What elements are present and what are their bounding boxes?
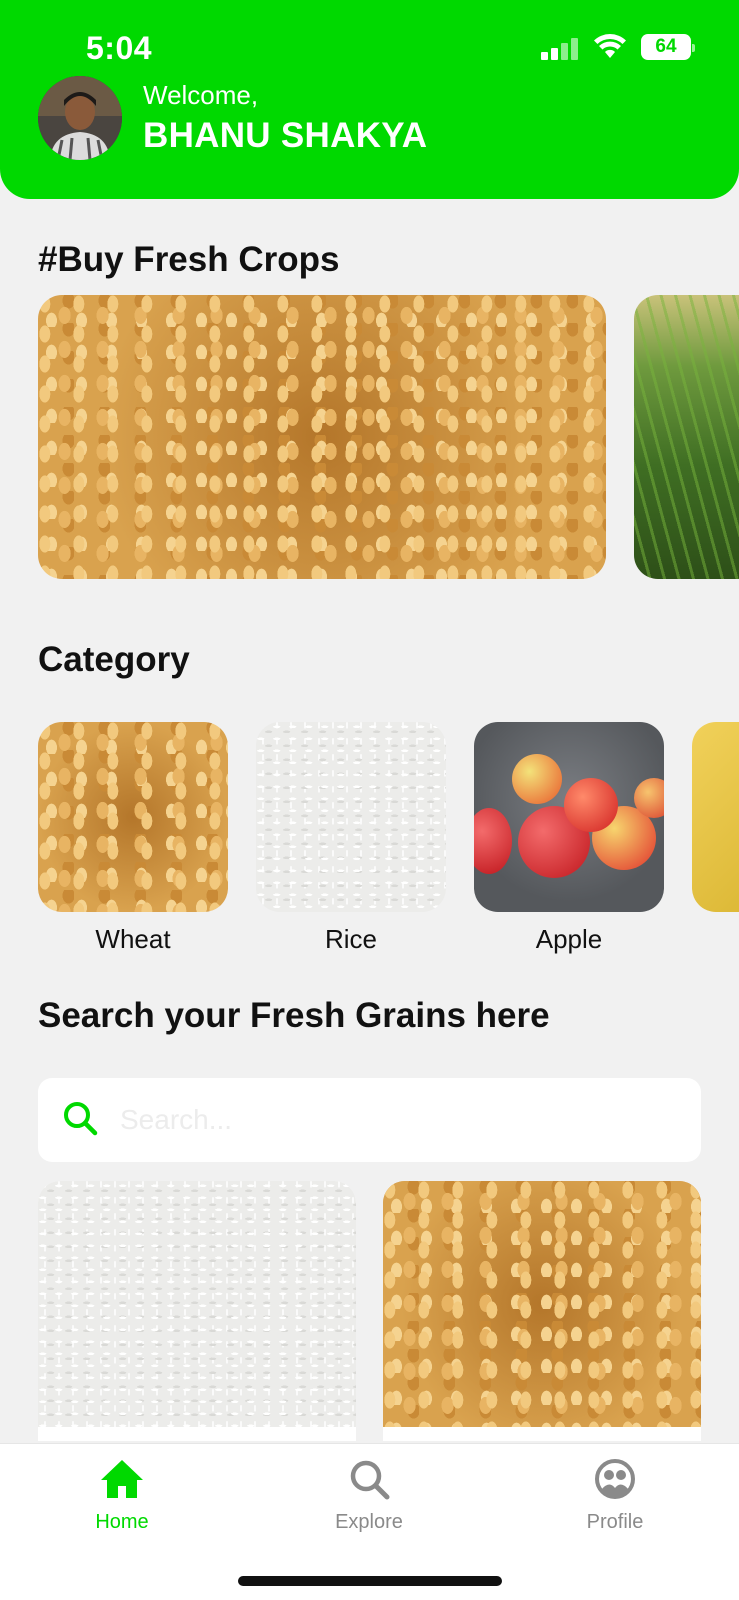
- app-screen: 5:04 64 Welcome, BHANU SHAKYA #Buy Fresh…: [0, 0, 739, 1600]
- search-box[interactable]: [38, 1078, 701, 1162]
- nav-home-label: Home: [95, 1511, 149, 1533]
- category-next-card[interactable]: [692, 722, 739, 912]
- status-time: 5:04: [86, 30, 153, 66]
- welcome-label: Welcome,: [143, 80, 259, 110]
- nav-profile[interactable]: Profile: [555, 1458, 675, 1534]
- status-icons: 64: [541, 34, 695, 60]
- category-rice-card[interactable]: [256, 722, 446, 912]
- nav-explore[interactable]: Explore: [309, 1458, 429, 1534]
- header: 5:04 64 Welcome, BHANU SHAKYA: [0, 0, 739, 199]
- category-apple-label[interactable]: Apple: [474, 924, 664, 955]
- home-indicator[interactable]: [238, 1576, 502, 1586]
- battery-icon: 64: [641, 34, 695, 60]
- nav-explore-label: Explore: [335, 1511, 403, 1533]
- product-image: [38, 1181, 356, 1427]
- wheat-banner[interactable]: [38, 295, 606, 579]
- product-card-wheat[interactable]: [383, 1181, 701, 1441]
- search-title: Search your Fresh Grains here: [38, 996, 550, 1035]
- buy-fresh-crops-title: #Buy Fresh Crops: [38, 240, 340, 279]
- explore-icon: [348, 1458, 390, 1505]
- signal-icon: [541, 34, 579, 60]
- nav-profile-label: Profile: [586, 1511, 644, 1533]
- profile-icon: [594, 1458, 636, 1505]
- category-wheat-label[interactable]: Wheat: [38, 924, 228, 955]
- search-input[interactable]: [120, 1104, 680, 1136]
- product-card-rice[interactable]: [38, 1181, 356, 1441]
- category-apple-card[interactable]: [474, 722, 664, 912]
- nav-home[interactable]: Home: [62, 1458, 182, 1534]
- category-rice-label[interactable]: Rice: [256, 924, 446, 955]
- avatar[interactable]: [38, 76, 122, 160]
- search-icon: [60, 1098, 100, 1143]
- category-wheat-card[interactable]: [38, 722, 228, 912]
- field-banner[interactable]: [634, 295, 739, 579]
- category-title: Category: [38, 640, 190, 679]
- home-icon: [99, 1458, 145, 1505]
- user-name: BHANU SHAKYA: [143, 116, 428, 155]
- wifi-icon: [593, 34, 627, 60]
- battery-level: 64: [655, 36, 677, 57]
- product-image: [383, 1181, 701, 1427]
